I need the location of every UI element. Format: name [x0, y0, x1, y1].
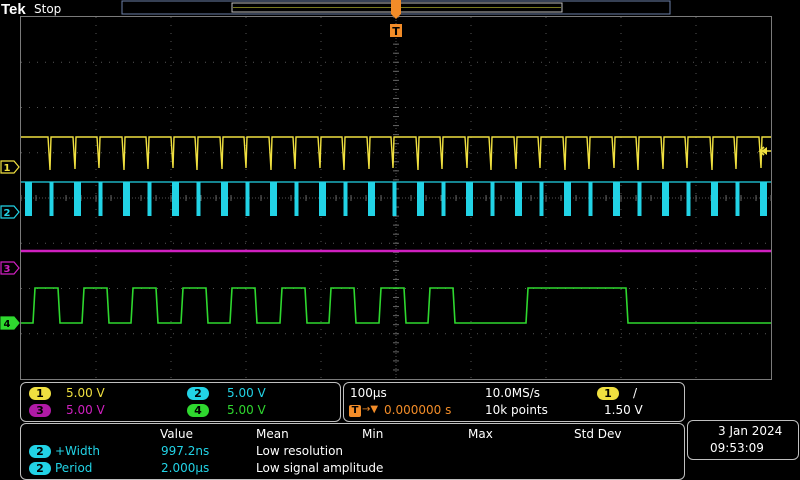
horizontal-trigger-panel[interactable]: 100µs 10.0MS/s 1 / T →▼ 0.000000 s 10k p… — [343, 382, 685, 422]
measurement-source-badge: 2 — [29, 462, 51, 475]
datetime-panel[interactable]: 3 Jan 2024 09:53:09 — [687, 420, 799, 460]
ch3-ground-marker[interactable]: 3 — [0, 261, 20, 275]
ch2-burst-blocks — [25, 182, 767, 216]
time-per-division[interactable]: 100µs — [350, 386, 387, 400]
ch1-ground-marker[interactable]: 1 — [0, 160, 20, 174]
measurement-mean: Low resolution — [256, 444, 344, 458]
ch4-scale[interactable]: 5.00 V — [227, 403, 266, 417]
date-display: 3 Jan 2024 — [718, 424, 783, 438]
ch1-badge[interactable]: 1 — [29, 387, 51, 400]
channel-settings-panel[interactable]: 1 5.00 V 2 5.00 V 3 5.00 V 4 5.00 V — [20, 382, 341, 422]
header-max: Max — [468, 427, 493, 441]
ch3-scale[interactable]: 5.00 V — [66, 403, 105, 417]
measurement-value: 2.000µs — [161, 461, 210, 475]
ch4-badge[interactable]: 4 — [187, 404, 209, 417]
measurements-panel[interactable]: Value Mean Min Max Std Dev 2 +Width 997.… — [20, 423, 685, 480]
measurement-name: Period — [55, 461, 93, 475]
ch1-scale[interactable]: 5.00 V — [66, 386, 105, 400]
header-mean: Mean — [256, 427, 289, 441]
svg-text:1: 1 — [4, 163, 11, 174]
delay-trigger-icon[interactable]: T — [349, 405, 361, 417]
svg-text:3: 3 — [4, 264, 11, 275]
brand-logo: Tek — [1, 1, 26, 18]
acquisition-status: Stop — [34, 2, 61, 16]
record-length[interactable]: 10k points — [485, 403, 548, 417]
ch2-scale[interactable]: 5.00 V — [227, 386, 266, 400]
ch4-ground-marker[interactable]: 4 — [0, 316, 20, 330]
header-min: Min — [362, 427, 384, 441]
measurement-mean: Low signal amplitude — [256, 461, 384, 475]
measurement-name: +Width — [55, 444, 100, 458]
ch2-ground-marker[interactable]: 2 — [0, 205, 20, 219]
horizontal-delay[interactable]: 0.000000 s — [384, 403, 451, 417]
sample-rate: 10.0MS/s — [485, 386, 540, 400]
delay-arrow-icon: →▼ — [362, 404, 379, 415]
time-display: 09:53:09 — [710, 441, 764, 455]
ch1-waveform — [21, 136, 771, 171]
header-std-dev: Std Dev — [574, 427, 622, 441]
ch2-badge[interactable]: 2 — [187, 387, 209, 400]
svg-text:2: 2 — [4, 208, 11, 219]
trigger-slope-icon[interactable]: / — [633, 386, 637, 400]
svg-text:4: 4 — [4, 319, 11, 330]
trigger-source-badge[interactable]: 1 — [597, 387, 619, 400]
ch3-badge[interactable]: 3 — [29, 404, 51, 417]
measurement-source-badge: 2 — [29, 445, 51, 458]
trigger-level[interactable]: 1.50 V — [604, 403, 643, 417]
trigger-position-marker[interactable]: T — [390, 0, 402, 38]
measurement-value: 997.2ns — [161, 444, 210, 458]
header-value: Value — [160, 427, 193, 441]
trigger-marker-letter: T — [392, 25, 400, 38]
